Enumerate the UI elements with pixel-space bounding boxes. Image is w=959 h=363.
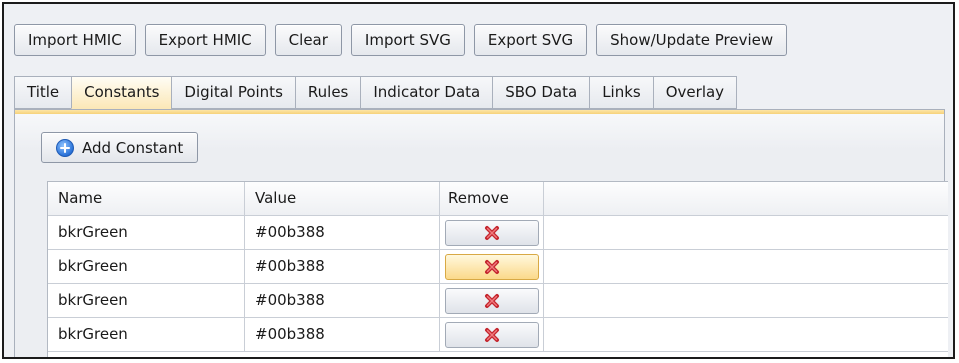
import-hmic-button[interactable]: Import HMIC [14, 24, 136, 56]
row-filler [544, 250, 948, 283]
constant-value-cell[interactable]: #00b388 [245, 216, 440, 249]
grid-header-row: Name Value Remove [48, 182, 948, 216]
remove-constant-button[interactable] [444, 253, 539, 280]
tab-digital-points[interactable]: Digital Points [171, 76, 295, 109]
constants-panel: Add Constant Name Value Remove bkrGreen … [14, 109, 948, 357]
active-tab-accent [15, 110, 944, 114]
tab-title[interactable]: Title [14, 76, 72, 109]
table-row[interactable]: bkrGreen #00b388 [48, 250, 948, 284]
tab-overlay[interactable]: Overlay [652, 76, 738, 109]
constants-grid: Name Value Remove bkrGreen #00b388 bkrGr… [47, 181, 948, 357]
constant-name-cell[interactable]: bkrGreen [48, 216, 245, 249]
constant-name-cell[interactable]: bkrGreen [48, 318, 245, 351]
table-row[interactable]: bkrGreen #00b388 [48, 284, 948, 318]
table-row[interactable]: bkrGreen #00b388 [48, 216, 948, 250]
remove-constant-button[interactable] [444, 219, 539, 246]
constant-value-cell[interactable]: #00b388 [245, 318, 440, 351]
column-header-remove[interactable]: Remove [440, 182, 544, 215]
import-svg-button[interactable]: Import SVG [350, 24, 465, 56]
remove-cell [440, 284, 544, 317]
constant-name-cell[interactable]: bkrGreen [48, 250, 245, 283]
toolbar: Import HMIC Export HMIC Clear Import SVG… [14, 24, 788, 60]
tab-rules[interactable]: Rules [294, 76, 361, 109]
constant-value-cell[interactable]: #00b388 [245, 250, 440, 283]
tab-links[interactable]: Links [589, 76, 653, 109]
remove-cell [440, 250, 544, 283]
tab-indicator-data[interactable]: Indicator Data [360, 76, 493, 109]
column-header-filler [544, 182, 948, 215]
constant-value-cell[interactable]: #00b388 [245, 284, 440, 317]
red-x-icon [484, 259, 499, 274]
remove-constant-button[interactable] [444, 321, 539, 348]
constant-name-cell[interactable]: bkrGreen [48, 284, 245, 317]
tab-constants[interactable]: Constants [71, 76, 172, 109]
row-filler [544, 284, 948, 317]
editor-window: Import HMIC Export HMIC Clear Import SVG… [2, 2, 955, 359]
row-filler [544, 216, 948, 249]
add-circle-icon [56, 138, 74, 157]
remove-cell [440, 216, 544, 249]
tab-strip: Title Constants Digital Points Rules Ind… [14, 76, 738, 110]
row-filler [544, 318, 948, 351]
clear-button[interactable]: Clear [274, 24, 342, 56]
red-x-icon [484, 293, 499, 308]
tab-sbo-data[interactable]: SBO Data [492, 76, 590, 109]
add-constant-label: Add Constant [82, 138, 184, 157]
add-constant-button[interactable]: Add Constant [41, 132, 199, 163]
column-header-name[interactable]: Name [48, 182, 245, 215]
remove-cell [440, 318, 544, 351]
red-x-icon [484, 327, 499, 342]
table-row[interactable]: bkrGreen #00b388 [48, 318, 948, 352]
export-svg-button[interactable]: Export SVG [473, 24, 588, 56]
export-hmic-button[interactable]: Export HMIC [144, 24, 266, 56]
column-header-value[interactable]: Value [245, 182, 440, 215]
red-x-icon [484, 225, 499, 240]
show-update-preview-button[interactable]: Show/Update Preview [596, 24, 788, 56]
remove-constant-button[interactable] [444, 287, 539, 314]
